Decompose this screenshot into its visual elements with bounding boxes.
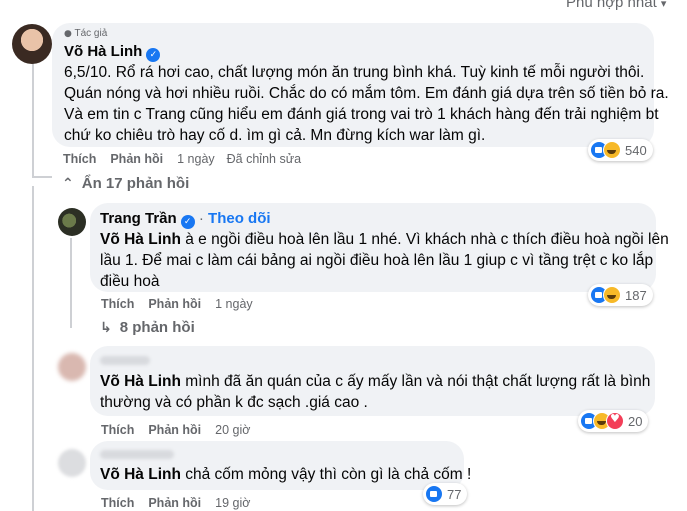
thread-line-branch [32,176,52,178]
reaction-count: 187 [625,287,647,303]
haha-reaction-icon [603,141,621,159]
comment-bubble: Trang Trần ✓ · Theo dõi Võ Hà Linh à e ng… [90,203,669,292]
reaction-count: 20 [628,413,643,429]
comment-text: Võ Hà Linh à e ngồi điều hoà lên lầu 1 n… [100,231,669,290]
view-replies-button[interactable]: ↳ 8 phản hồi [100,319,195,336]
chevron-down-icon: ▾ [660,0,667,10]
comment-bubble: ● Tác giả Võ Hà Linh ✓ 6,5/10. Rổ rá hơi … [52,23,669,147]
comment-actions: Thích Phản hồi 19 giờ [101,496,262,510]
reply-button[interactable]: Phản hồi [110,152,163,166]
reply-button[interactable]: Phản hồi [148,423,201,437]
reaction-summary[interactable]: 187 [588,284,653,306]
comment-bubble: Võ Hà Linh mình đã ăn quán của c ấy mấy … [90,346,655,416]
reply-button[interactable]: Phản hồi [148,297,201,311]
timestamp[interactable]: 1 ngày [177,152,215,166]
comment-actions: Thích Phản hồi 1 ngày [101,297,265,311]
mention-link[interactable]: Võ Hà Linh [100,231,181,248]
mention-link[interactable]: Võ Hà Linh [100,373,181,390]
hide-replies-button[interactable]: ⌃ Ẩn 17 phản hồi [62,175,189,192]
like-button[interactable]: Thích [63,152,96,166]
sort-dropdown[interactable]: Phù hợp nhất ▾ [566,0,666,11]
haha-reaction-icon [603,286,621,304]
avatar[interactable] [58,353,86,381]
reaction-summary[interactable]: 20 [578,410,649,432]
like-button[interactable]: Thích [101,423,134,437]
separator: · [198,210,204,227]
comment-actions: Thích Phản hồi 1 ngày Đã chỉnh sửa [63,152,313,166]
author-name-blurred [100,356,150,365]
comment-text: 6,5/10. Rổ rá hơi cao, chất lượng món ăn… [64,64,669,144]
avatar[interactable] [12,24,52,64]
comment-author[interactable]: Võ Hà Linh ✓ [64,43,161,62]
reply-arrow-icon: ↳ [100,319,112,336]
reply-button[interactable]: Phản hồi [148,496,201,510]
person-icon: ● [64,29,72,39]
avatar[interactable] [58,449,86,477]
mention-link[interactable]: Võ Hà Linh [100,466,181,483]
timestamp[interactable]: 19 giờ [215,496,250,510]
sort-label: Phù hợp nhất [566,0,657,11]
thread-line-reply [70,238,72,328]
verified-icon: ✓ [146,48,161,62]
comment-bubble: Võ Hà Linh chả cốm mỏng vậy thì còn gì l… [90,441,471,490]
comment-actions: Thích Phản hồi 20 giờ [101,423,262,437]
like-reaction-icon [425,485,443,503]
thread-line-main [32,56,34,176]
reaction-count: 77 [447,486,462,502]
timestamp[interactable]: 20 giờ [215,423,250,437]
reaction-summary[interactable]: 77 [423,483,468,505]
like-button[interactable]: Thích [101,496,134,510]
thread-line-main-2 [32,186,34,511]
timestamp[interactable]: 1 ngày [215,297,253,311]
comment-text: Võ Hà Linh chả cốm mỏng vậy thì còn gì l… [100,466,472,483]
comment-author[interactable]: Trang Trần ✓ · Theo dõi [100,210,271,229]
reaction-summary[interactable]: 540 [588,139,653,161]
like-button[interactable]: Thích [101,297,134,311]
love-reaction-icon [606,412,624,430]
edited-label: Đã chỉnh sửa [226,152,302,166]
comment-text: Võ Hà Linh mình đã ăn quán của c ấy mấy … [100,373,651,411]
avatar[interactable] [58,208,86,236]
author-badge: ● Tác giả [64,28,108,39]
verified-icon: ✓ [180,215,195,229]
chevron-up-icon: ⌃ [62,175,74,192]
author-name-blurred [100,450,174,459]
reaction-count: 540 [625,142,647,158]
follow-button[interactable]: Theo dõi [208,210,271,227]
